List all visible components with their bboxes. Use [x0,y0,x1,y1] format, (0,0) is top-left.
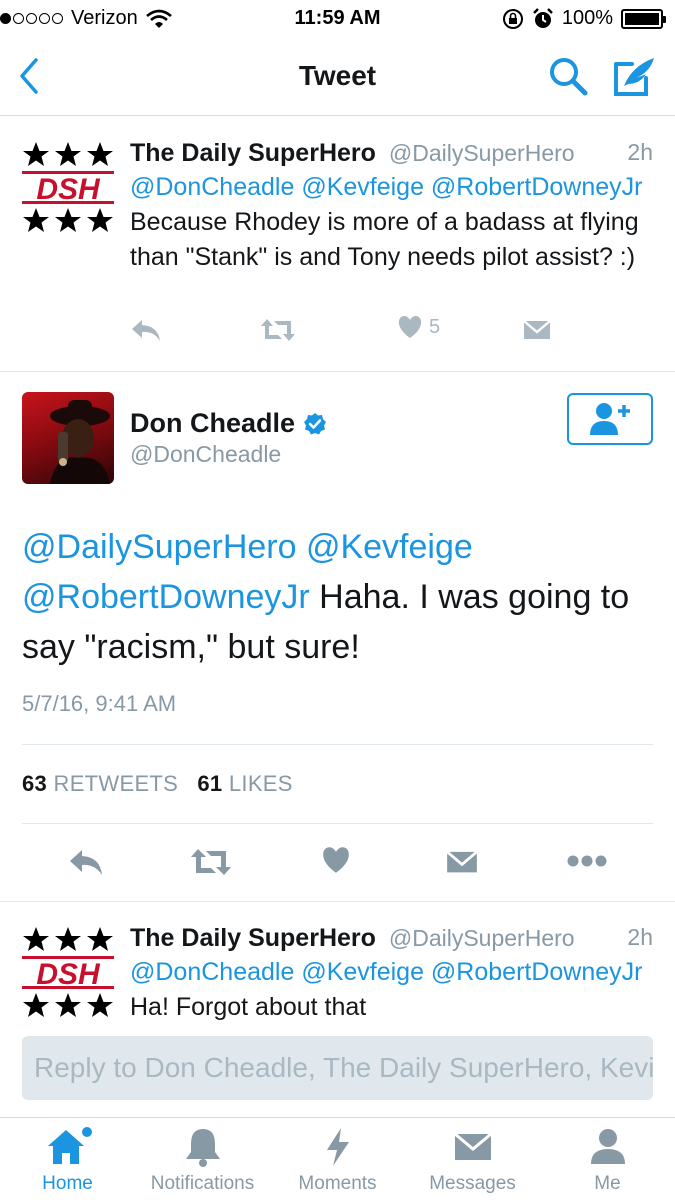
reply-placeholder: Reply to Don Cheadle, The Daily SuperHer… [34,1052,653,1083]
heart-icon[interactable] [397,315,423,339]
lightning-icon [326,1128,349,1166]
tweet-date: 5/7/16, 9:41 AM [22,691,177,716]
like-action[interactable]: 5 [397,315,440,339]
status-bar: Verizon 11:59 AM 100% [0,0,675,38]
reply-input[interactable]: Reply to Don Cheadle, The Daily SuperHer… [22,1036,653,1100]
tweet-actions: 5 [0,315,675,357]
tab-label: Messages [429,1173,516,1194]
tab-home[interactable]: Home [0,1118,135,1200]
add-user-icon [590,403,630,435]
tab-messages[interactable]: Messages [405,1118,540,1200]
search-icon[interactable] [548,56,588,96]
nav-bar: Tweet [0,38,675,116]
like-label: LIKES [228,771,293,796]
author-handle[interactable]: @DonCheadle [130,441,281,468]
author-name-row[interactable]: Don Cheadle [130,408,327,439]
status-right: 100% [502,7,666,30]
envelope-icon[interactable] [523,317,551,341]
tweet-mentions[interactable]: @DonCheadle @Kevfeige @RobertDowneyJr [130,958,643,986]
envelope-icon[interactable] [446,847,478,875]
tweet-text: @DonCheadle @Kevfeige @RobertDowneyJr Be… [130,170,655,275]
person-icon [590,1129,625,1164]
tab-label: Moments [298,1173,377,1194]
reply-tweet-above[interactable]: DSH The Daily SuperHero @DailySuperHero … [0,117,675,372]
svg-text:DSH: DSH [36,173,101,206]
envelope-icon [453,1132,492,1160]
compose-icon[interactable] [612,54,658,98]
like-count: 61 [197,771,223,796]
tweet-stats[interactable]: 63 RETWEETS 61 LIKES [22,771,293,797]
tab-label: Me [594,1173,621,1194]
author-handle[interactable]: @DailySuperHero [389,925,575,951]
tweet-body: Ha! Forgot about that [130,993,367,1021]
author-name[interactable]: The Daily SuperHero [130,924,376,952]
tab-bar: Home Notifications Moments Messages Me [0,1117,675,1200]
like-count: 5 [429,315,441,338]
more-icon[interactable] [567,854,607,868]
tab-label: Home [42,1173,93,1194]
dsh-avatar[interactable]: DSH [22,927,114,1017]
heart-icon[interactable] [321,846,351,874]
tab-label: Notifications [150,1173,255,1194]
battery-icon [621,8,666,29]
reply-icon[interactable] [130,317,162,343]
alarm-icon [532,7,553,28]
bell-icon [185,1129,220,1167]
reply-composer: Reply to Don Cheadle, The Daily SuperHer… [0,1022,675,1117]
tweet-mentions[interactable]: @DonCheadle @Kevfeige @RobertDowneyJr [130,173,643,201]
author-handle[interactable]: @DailySuperHero [389,140,575,166]
avatar[interactable] [22,392,114,484]
svg-text:DSH: DSH [36,958,101,991]
author-name[interactable]: Don Cheadle [130,408,295,439]
tweet-time: 2h [627,924,653,950]
tweet-body: Because Rhodey is more of a badass at fl… [130,208,639,271]
tweet-time: 2h [627,139,653,165]
retweet-label: RETWEETS [53,771,179,796]
tweet-text: @DailySuperHero @Kevfeige @RobertDowneyJ… [22,522,662,672]
battery-percent: 100% [561,7,613,29]
tab-me[interactable]: Me [540,1118,675,1200]
divider [22,744,653,745]
main-tweet: Don Cheadle @DonCheadle @DailySuperHero … [0,372,675,902]
reply-icon[interactable] [68,847,104,877]
divider [22,823,653,824]
tweet-text: @DonCheadle @Kevfeige @RobertDowneyJr Ha… [130,955,655,1025]
retweet-count: 63 [22,771,48,796]
dsh-avatar[interactable]: DSH [22,142,114,232]
verified-icon [304,412,327,434]
retweet-icon[interactable] [260,317,296,343]
home-icon [47,1127,92,1164]
main-tweet-actions [0,842,675,882]
tab-moments[interactable]: Moments [270,1118,405,1200]
tab-notifications[interactable]: Notifications [135,1118,270,1200]
author-name[interactable]: The Daily SuperHero [130,139,376,167]
retweet-icon[interactable] [190,847,232,877]
rotation-lock-icon [502,8,523,29]
follow-button[interactable] [567,393,653,445]
